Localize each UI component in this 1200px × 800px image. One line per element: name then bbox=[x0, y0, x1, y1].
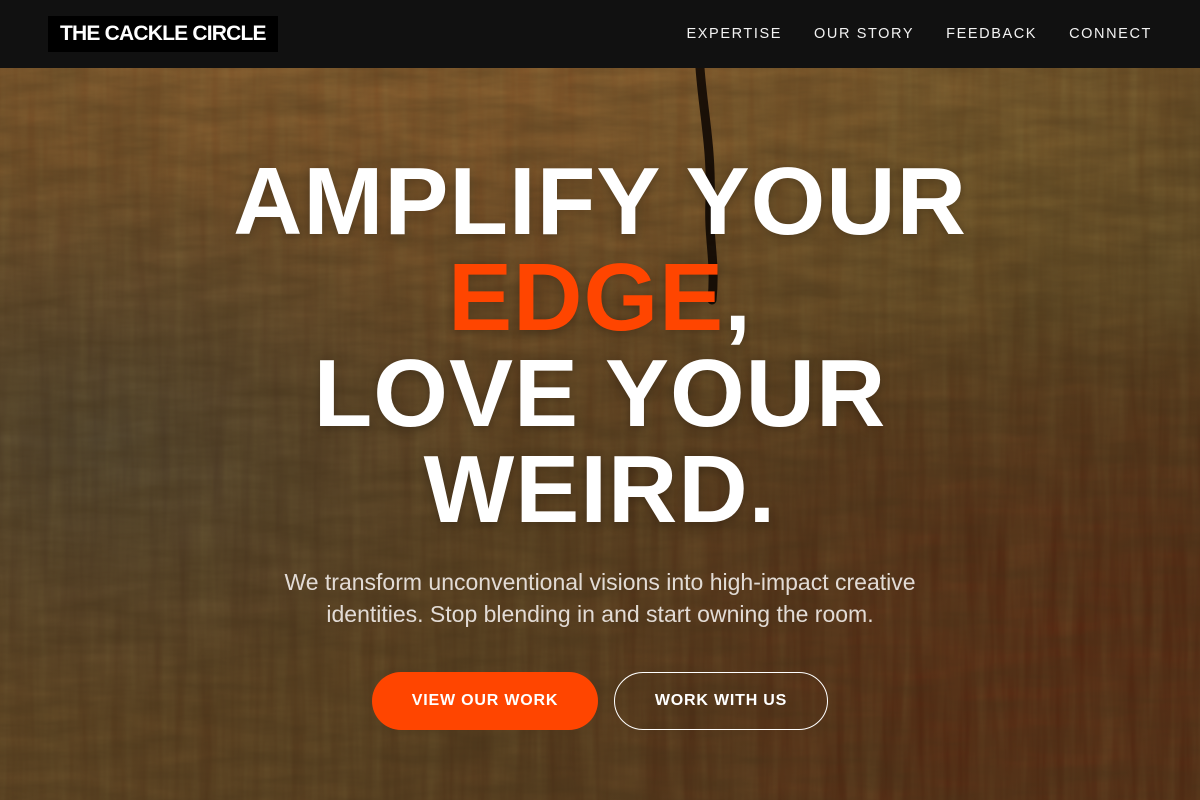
nav-link-connect[interactable]: CONNECT bbox=[1069, 26, 1152, 42]
view-our-work-button[interactable]: VIEW OUR WORK bbox=[372, 672, 598, 730]
headline-comma: , bbox=[724, 244, 752, 351]
hero-subtext: We transform unconventional visions into… bbox=[284, 569, 916, 627]
nav-links: EXPERTISE OUR STORY FEEDBACK CONNECT bbox=[687, 0, 1152, 68]
brand-logo[interactable]: THE CACKLE CIRCLE bbox=[48, 16, 278, 52]
hero-section: AMPLIFY YOUR EDGE, LOVE YOUR WEIRD. We t… bbox=[0, 68, 1200, 730]
work-with-us-button[interactable]: WORK WITH US bbox=[614, 672, 828, 730]
headline-line-3: LOVE YOUR bbox=[313, 340, 887, 447]
top-navbar: THE CACKLE CIRCLE EXPERTISE OUR STORY FE… bbox=[0, 0, 1200, 68]
headline-accent-word: EDGE bbox=[448, 244, 725, 351]
hero-headline: AMPLIFY YOUR EDGE, LOVE YOUR WEIRD. bbox=[0, 154, 1200, 538]
headline-line-4: WEIRD. bbox=[423, 436, 777, 543]
nav-link-feedback[interactable]: FEEDBACK bbox=[946, 26, 1037, 42]
cta-buttons: VIEW OUR WORK WORK WITH US bbox=[0, 672, 1200, 730]
headline-line-1: AMPLIFY YOUR bbox=[233, 148, 967, 255]
nav-link-our-story[interactable]: OUR STORY bbox=[814, 26, 914, 42]
nav-link-expertise[interactable]: EXPERTISE bbox=[687, 26, 783, 42]
